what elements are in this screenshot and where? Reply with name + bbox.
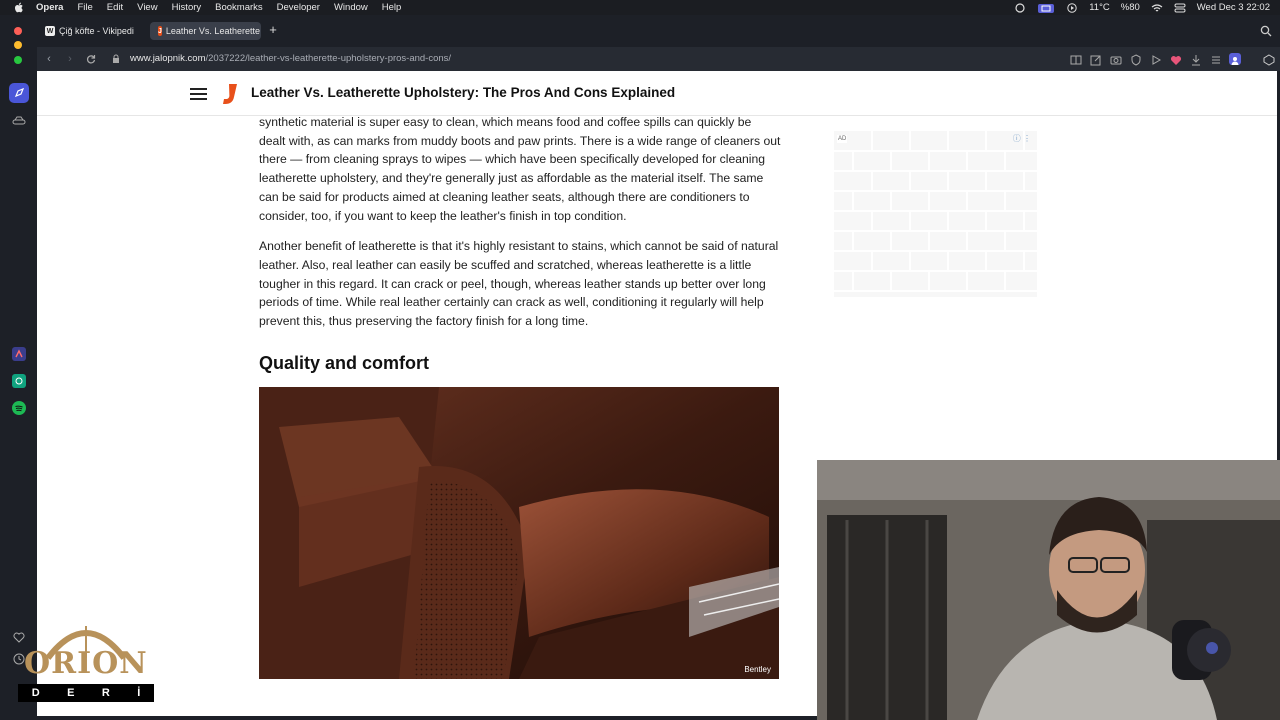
weather-temperature[interactable]: 11°C [1089,2,1110,13]
photo-credit: Bentley [744,664,771,674]
display-icon[interactable] [1037,3,1055,13]
screen-record-icon[interactable] [1014,2,1026,13]
zoom-window-button[interactable] [14,56,22,64]
brand-letter: R [101,687,110,699]
close-window-button[interactable] [14,27,22,35]
brand-strip: D E R İ [18,684,154,702]
reader-mode-icon[interactable] [1070,53,1082,65]
url-host: www.jalopnik.com [130,53,206,64]
brand-name: ORION [24,646,148,681]
profile-icon[interactable] [1229,53,1241,65]
article-paragraph: Another benefit of leatherette is that i… [259,239,779,329]
camera-icon[interactable] [1110,53,1122,65]
url-field[interactable]: www.jalopnik.com/2037222/leather-vs-leat… [130,47,451,71]
tab-bar: W Çiğ köfte - Vikipedi J Leather Vs. Lea… [37,15,1280,47]
chatgpt-icon[interactable] [9,371,29,391]
clock[interactable]: Wed Dec 3 22:02 [1197,2,1270,13]
menu-bookmarks[interactable]: Bookmarks [215,0,263,15]
brand-letter: E [67,687,75,699]
macos-menubar: Opera File Edit View History Bookmarks D… [0,0,1280,15]
edit-icon[interactable] [1090,53,1102,66]
menu-edit[interactable]: Edit [107,0,123,15]
control-center-icon[interactable] [1174,3,1186,13]
tab-label: Leather Vs. Leatherette [165,26,260,36]
back-button[interactable]: ‹ [42,52,56,66]
rocket-icon[interactable] [9,83,29,103]
brand-letter: D [31,687,40,699]
webcam-overlay [817,460,1280,720]
menu-list-icon[interactable] [1210,53,1222,65]
ad-label: AD [837,135,848,143]
section-heading: Quality and comfort [259,352,430,373]
menu-history[interactable]: History [172,0,202,15]
menu-help[interactable]: Help [382,0,402,15]
spotify-icon[interactable] [9,398,29,418]
minimize-window-button[interactable] [14,41,22,49]
tab-jalopnik-active[interactable]: J Leather Vs. Leatherette [150,22,261,40]
wikipedia-favicon-icon: W [45,26,55,36]
aria-ai-icon[interactable] [9,344,29,364]
article-body: synthetic material is super easy to clea… [259,113,781,679]
hamburger-menu-icon[interactable] [190,88,207,100]
webcam-person-illustration [817,460,1280,720]
jalopnik-favicon-icon: J [158,26,162,36]
menu-developer[interactable]: Developer [277,0,320,15]
leather-seat-illustration [259,386,779,679]
advertisement[interactable]: AD ⓘ ⋮ [834,131,1037,297]
tab-vikipedi[interactable]: W Çiğ köfte - Vikipedi [37,22,147,40]
car-icon[interactable] [9,111,29,131]
download-icon[interactable] [1190,53,1202,66]
extensions-icon[interactable] [1263,53,1275,66]
reload-icon[interactable] [84,52,98,66]
page-title: Leather Vs. Leatherette Upholstery: The … [251,85,676,100]
search-icon[interactable] [1260,24,1272,37]
orion-watermark-logo: ORION D E R İ [18,618,154,704]
heart-icon[interactable] [1170,53,1182,65]
jalopnik-logo-icon[interactable] [222,83,238,105]
play-icon[interactable] [1150,53,1162,65]
leather-seat-image: Bentley [259,386,779,679]
browser-sidebar [0,15,37,720]
battery-percent[interactable]: %80 [1121,2,1140,13]
ad-placeholder-tiles [834,131,1037,297]
wifi-icon[interactable] [1151,3,1163,13]
menu-view[interactable]: View [137,0,157,15]
url-path: /2037222/leather-vs-leatherette-upholste… [205,53,452,64]
menu-window[interactable]: Window [334,0,368,15]
apple-menu-icon[interactable] [12,0,26,15]
new-tab-button[interactable]: + [266,23,280,37]
ad-info-icon[interactable]: ⓘ ⋮ [1013,133,1031,144]
site-header: Leather Vs. Leatherette Upholstery: The … [37,71,1277,116]
tab-label: Çiğ köfte - Vikipedi [59,26,134,36]
address-bar: ‹ › www.jalopnik.com/2037222/leather-vs-… [37,47,1280,71]
lock-icon[interactable] [109,52,123,66]
forward-button[interactable]: › [63,52,77,66]
menu-file[interactable]: File [77,0,92,15]
article-paragraph: synthetic material is super easy to clea… [259,115,781,223]
play-icon[interactable] [1066,2,1078,13]
brand-letter: İ [137,687,141,699]
menu-app-name[interactable]: Opera [36,0,63,15]
shield-icon[interactable] [1130,53,1142,66]
